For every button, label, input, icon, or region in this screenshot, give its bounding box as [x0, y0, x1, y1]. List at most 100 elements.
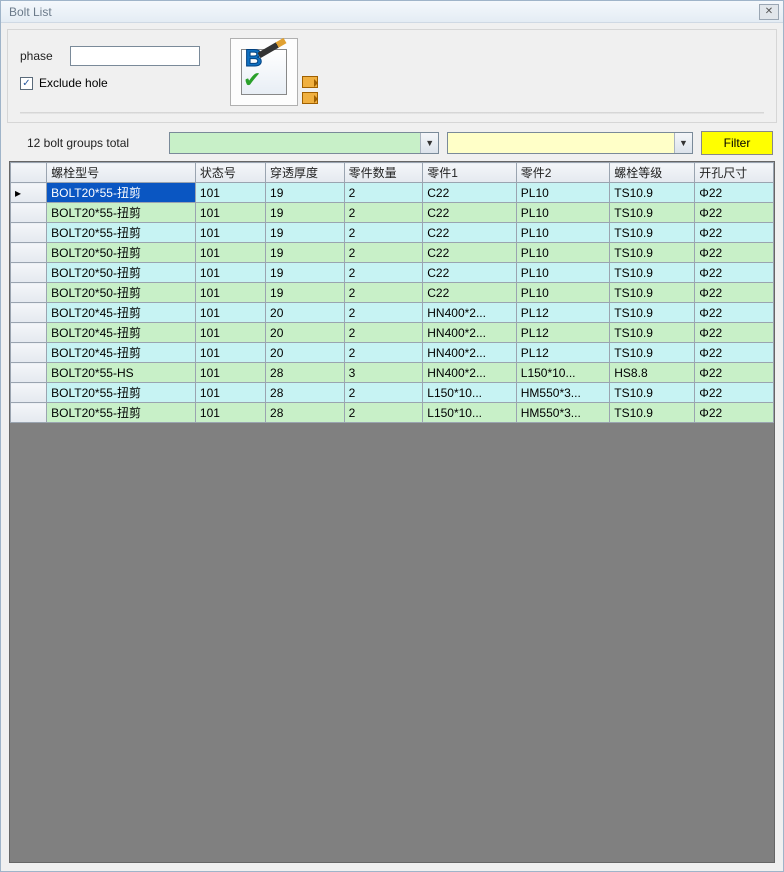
cell[interactable]: HN400*2...	[423, 303, 517, 323]
filter-combo-2[interactable]: ▼	[447, 132, 693, 154]
arrow-icon[interactable]	[302, 76, 318, 88]
row-header[interactable]	[11, 403, 47, 423]
exclude-checkbox[interactable]: ✓	[20, 77, 33, 90]
filter-combo-1-field[interactable]	[170, 133, 420, 153]
col-header[interactable]: 状态号	[195, 163, 265, 183]
table-row[interactable]: BOLT20*45-扭剪101202HN400*2...PL12TS10.9Φ2…	[11, 323, 774, 343]
cell[interactable]: 19	[266, 243, 345, 263]
row-header[interactable]: ▸	[11, 183, 47, 203]
cell[interactable]: TS10.9	[610, 303, 695, 323]
cell[interactable]: Φ22	[695, 223, 774, 243]
cell[interactable]: PL12	[516, 343, 610, 363]
cell[interactable]: 2	[344, 343, 423, 363]
cell[interactable]: 19	[266, 203, 345, 223]
cell[interactable]: Φ22	[695, 403, 774, 423]
chevron-down-icon[interactable]: ▼	[674, 133, 692, 153]
cell[interactable]: 101	[195, 363, 265, 383]
cell[interactable]: BOLT20*45-扭剪	[47, 343, 196, 363]
cell[interactable]: 2	[344, 183, 423, 203]
cell[interactable]: C22	[423, 203, 517, 223]
cell[interactable]: HN400*2...	[423, 323, 517, 343]
cell[interactable]: 101	[195, 263, 265, 283]
cell[interactable]: HN400*2...	[423, 363, 517, 383]
cell[interactable]: 19	[266, 183, 345, 203]
cell[interactable]: HN400*2...	[423, 343, 517, 363]
cell[interactable]: Φ22	[695, 363, 774, 383]
cell[interactable]: PL12	[516, 303, 610, 323]
cell[interactable]: Φ22	[695, 243, 774, 263]
close-button[interactable]: ✕	[759, 4, 779, 20]
cell[interactable]: BOLT20*45-扭剪	[47, 323, 196, 343]
col-header[interactable]: 零件2	[516, 163, 610, 183]
cell[interactable]: 20	[266, 343, 345, 363]
cell[interactable]: HS8.8	[610, 363, 695, 383]
cell[interactable]: BOLT20*55-扭剪	[47, 403, 196, 423]
cell[interactable]: Φ22	[695, 283, 774, 303]
cell[interactable]: BOLT20*55-扭剪	[47, 223, 196, 243]
arrow-icon[interactable]	[302, 92, 318, 104]
cell[interactable]: C22	[423, 243, 517, 263]
cell[interactable]: C22	[423, 223, 517, 243]
cell[interactable]: PL10	[516, 263, 610, 283]
col-header[interactable]: 零件1	[423, 163, 517, 183]
row-header[interactable]	[11, 383, 47, 403]
cell[interactable]: 101	[195, 323, 265, 343]
cell[interactable]: TS10.9	[610, 243, 695, 263]
cell[interactable]: BOLT20*50-扭剪	[47, 283, 196, 303]
cell[interactable]: L150*10...	[423, 383, 517, 403]
cell[interactable]: 28	[266, 363, 345, 383]
cell[interactable]: TS10.9	[610, 343, 695, 363]
cell[interactable]: BOLT20*55-扭剪	[47, 203, 196, 223]
exclude-row[interactable]: ✓ Exclude hole	[20, 76, 200, 90]
cell[interactable]: 19	[266, 223, 345, 243]
cell[interactable]: 101	[195, 223, 265, 243]
bolt-table[interactable]: 螺栓型号 状态号 穿透厚度 零件数量 零件1 零件2 螺栓等级 开孔尺寸 ▸BO…	[10, 162, 774, 423]
cell[interactable]: BOLT20*55-HS	[47, 363, 196, 383]
cell[interactable]: TS10.9	[610, 263, 695, 283]
cell[interactable]: Φ22	[695, 323, 774, 343]
cell[interactable]: Φ22	[695, 183, 774, 203]
table-row[interactable]: BOLT20*55-扭剪101282L150*10...HM550*3...TS…	[11, 383, 774, 403]
col-header[interactable]: 零件数量	[344, 163, 423, 183]
table-row[interactable]: BOLT20*55-扭剪101192C22PL10TS10.9Φ22	[11, 203, 774, 223]
cell[interactable]: 20	[266, 323, 345, 343]
table-row[interactable]: BOLT20*45-扭剪101202HN400*2...PL12TS10.9Φ2…	[11, 303, 774, 323]
cell[interactable]: 28	[266, 403, 345, 423]
cell[interactable]: PL10	[516, 223, 610, 243]
cell[interactable]: 101	[195, 203, 265, 223]
cell[interactable]: 2	[344, 283, 423, 303]
cell[interactable]: Φ22	[695, 303, 774, 323]
filter-combo-2-field[interactable]	[448, 133, 674, 153]
cell[interactable]: 2	[344, 403, 423, 423]
cell[interactable]: 101	[195, 383, 265, 403]
cell[interactable]: 3	[344, 363, 423, 383]
cell[interactable]: 20	[266, 303, 345, 323]
cell[interactable]: TS10.9	[610, 403, 695, 423]
cell[interactable]: TS10.9	[610, 183, 695, 203]
cell[interactable]: 101	[195, 303, 265, 323]
cell[interactable]: 101	[195, 343, 265, 363]
cell[interactable]: L150*10...	[516, 363, 610, 383]
cell[interactable]: L150*10...	[423, 403, 517, 423]
cell[interactable]: HM550*3...	[516, 383, 610, 403]
data-grid[interactable]: 螺栓型号 状态号 穿透厚度 零件数量 零件1 零件2 螺栓等级 开孔尺寸 ▸BO…	[9, 161, 775, 863]
cell[interactable]: PL10	[516, 283, 610, 303]
row-header[interactable]	[11, 223, 47, 243]
cell[interactable]: TS10.9	[610, 223, 695, 243]
row-header[interactable]	[11, 303, 47, 323]
cell[interactable]: C22	[423, 283, 517, 303]
row-header[interactable]	[11, 243, 47, 263]
col-header[interactable]: 螺栓等级	[610, 163, 695, 183]
phase-input[interactable]	[70, 46, 200, 66]
cell[interactable]: PL10	[516, 183, 610, 203]
cell[interactable]: 101	[195, 183, 265, 203]
cell[interactable]: 2	[344, 323, 423, 343]
row-header[interactable]	[11, 263, 47, 283]
cell[interactable]: PL12	[516, 323, 610, 343]
cell[interactable]: TS10.9	[610, 283, 695, 303]
cell[interactable]: 2	[344, 223, 423, 243]
table-row[interactable]: BOLT20*55-HS101283HN400*2...L150*10...HS…	[11, 363, 774, 383]
cell[interactable]: BOLT20*55-扭剪	[47, 383, 196, 403]
cell[interactable]: 2	[344, 383, 423, 403]
cell[interactable]: C22	[423, 263, 517, 283]
